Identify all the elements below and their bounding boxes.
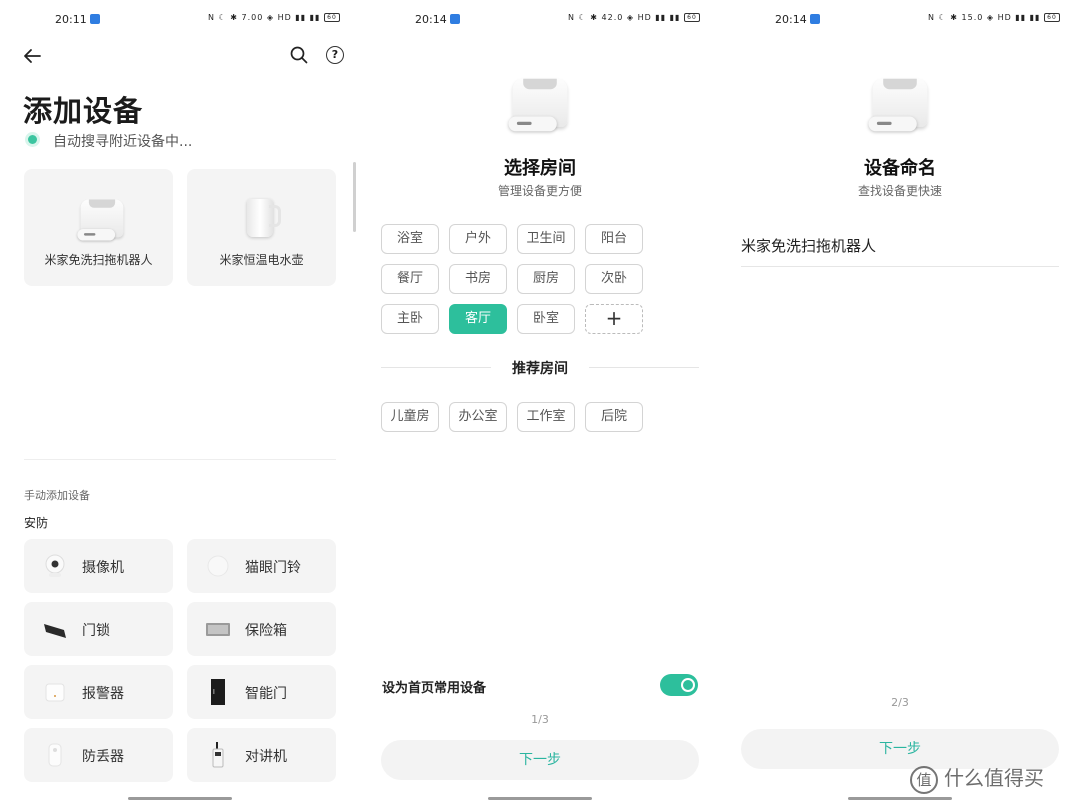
status-bar: 20:11 N ☾ ✱ 7.00 ◈ HD ▮▮ ▮▮ 60: [0, 10, 360, 30]
battery-icon: 60: [1044, 13, 1060, 22]
device-label: 猫眼门铃: [245, 560, 301, 576]
room-chip[interactable]: 卧室: [517, 304, 575, 334]
page-title: 选择房间: [504, 158, 576, 179]
status-indicators: N ☾ ✱ 15.0 ◈ HD ▮▮ ▮▮: [928, 13, 1041, 22]
smart-door-icon: [211, 679, 225, 705]
battery-icon: 60: [324, 13, 340, 22]
recommended-room-chip[interactable]: 儿童房: [381, 402, 439, 432]
scan-status: 自动搜寻附近设备中...: [53, 134, 193, 150]
device-naming-screen: 20:14 N ☾ ✱ 15.0 ◈ HD ▮▮ ▮▮ 60 设备命名 查找设备…: [720, 0, 1080, 804]
recommended-room-chip[interactable]: 工作室: [517, 402, 575, 432]
device-card-camera[interactable]: 摄像机: [24, 539, 173, 593]
search-icon[interactable]: [290, 46, 308, 64]
next-button[interactable]: 下一步: [381, 740, 699, 780]
page-title: 设备命名: [864, 158, 936, 179]
anti-loss-icon: [48, 743, 62, 767]
device-card-walkie-talkie[interactable]: 对讲机: [187, 728, 336, 782]
device-card-door-lock[interactable]: 门锁: [24, 602, 173, 656]
status-time: 20:11: [55, 13, 87, 26]
divider: [589, 367, 699, 368]
status-indicators: N ☾ ✱ 7.00 ◈ HD ▮▮ ▮▮: [208, 13, 321, 22]
status-time: 20:14: [775, 13, 807, 26]
room-chip[interactable]: 浴室: [381, 224, 439, 254]
step-indicator: 1/3: [531, 713, 549, 726]
device-card-safe[interactable]: 保险箱: [187, 602, 336, 656]
status-indicators: N ☾ ✱ 42.0 ◈ HD ▮▮ ▮▮: [568, 13, 681, 22]
status-bar: 20:14 N ☾ ✱ 42.0 ◈ HD ▮▮ ▮▮ 60: [360, 10, 720, 30]
robot-vacuum-icon: [868, 75, 932, 136]
robot-vacuum-icon: [77, 196, 126, 244]
recommended-room-chip[interactable]: 后院: [585, 402, 643, 432]
help-icon[interactable]: ?: [326, 46, 344, 64]
status-bar: 20:14 N ☾ ✱ 15.0 ◈ HD ▮▮ ▮▮ 60: [720, 10, 1080, 30]
select-room-screen: 20:14 N ☾ ✱ 42.0 ◈ HD ▮▮ ▮▮ 60 选择房间 管理设备…: [360, 0, 720, 804]
device-label: 摄像机: [82, 560, 124, 576]
status-icons: N ☾ ✱ 7.00 ◈ HD ▮▮ ▮▮ 60: [208, 13, 340, 22]
room-chip[interactable]: 卫生间: [517, 224, 575, 254]
status-icons: N ☾ ✱ 15.0 ◈ HD ▮▮ ▮▮ 60: [928, 13, 1060, 22]
toggle-knob: [681, 678, 695, 692]
category-label: 安防: [24, 516, 49, 530]
door-lock-icon: [44, 624, 66, 638]
room-chip[interactable]: 次卧: [585, 264, 643, 294]
watermark-logo: 值: [910, 765, 938, 794]
recommended-room-chip[interactable]: 办公室: [449, 402, 507, 432]
room-chip[interactable]: 主卧: [381, 304, 439, 334]
found-device-label: 米家恒温电水壶: [219, 253, 304, 267]
device-label: 保险箱: [245, 623, 287, 639]
kettle-icon: [243, 195, 283, 241]
room-chip[interactable]: 厨房: [517, 264, 575, 294]
step-indicator: 2/3: [891, 696, 909, 709]
watermark: 值什么值得买: [910, 762, 1044, 794]
favorite-toggle-label: 设为首页常用设备: [382, 681, 487, 696]
device-name-field[interactable]: 米家免洗扫拖机器人: [741, 235, 876, 256]
found-device-card[interactable]: 米家恒温电水壶: [187, 169, 336, 286]
device-card-smart-door[interactable]: 智能门: [187, 665, 336, 719]
watermark-text: 什么值得买: [944, 766, 1044, 790]
safe-icon: [206, 623, 230, 636]
app-notification-icon: [90, 14, 100, 24]
device-label: 门锁: [82, 623, 110, 639]
device-label: 对讲机: [245, 749, 287, 765]
battery-icon: 60: [684, 13, 700, 22]
walkie-talkie-icon: [212, 742, 224, 768]
manual-add-label: 手动添加设备: [24, 489, 90, 502]
input-underline: [741, 266, 1059, 267]
back-arrow-icon[interactable]: [22, 46, 42, 66]
doorbell-icon: [207, 555, 229, 577]
app-notification-icon: [810, 14, 820, 24]
app-notification-icon: [450, 14, 460, 24]
add-room-button[interactable]: +: [585, 304, 643, 334]
camera-icon: [45, 554, 65, 577]
device-label: 智能门: [245, 686, 287, 702]
room-chip[interactable]: 阳台: [585, 224, 643, 254]
device-card-alarm[interactable]: 报警器: [24, 665, 173, 719]
gesture-bar[interactable]: [128, 797, 232, 800]
status-icons: N ☾ ✱ 42.0 ◈ HD ▮▮ ▮▮ 60: [568, 13, 700, 22]
add-device-screen: 20:11 N ☾ ✱ 7.00 ◈ HD ▮▮ ▮▮ 60 ? 添加设备 自动…: [0, 0, 360, 804]
page-title: 添加设备: [23, 94, 144, 128]
robot-vacuum-icon: [508, 75, 572, 136]
device-card-anti-loss[interactable]: 防丢器: [24, 728, 173, 782]
found-device-label: 米家免洗扫拖机器人: [44, 253, 153, 267]
gesture-bar[interactable]: [488, 797, 592, 800]
found-device-card[interactable]: 米家免洗扫拖机器人: [24, 169, 173, 286]
scrollbar[interactable]: [353, 162, 356, 232]
divider: [24, 459, 336, 460]
alarm-icon: [45, 683, 65, 702]
favorite-toggle[interactable]: [660, 674, 698, 696]
room-chip-selected[interactable]: 客厅: [449, 304, 507, 334]
room-chip[interactable]: 餐厅: [381, 264, 439, 294]
scanning-indicator: [28, 135, 37, 144]
page-subtitle: 查找设备更快速: [857, 184, 942, 198]
recommended-rooms-title: 推荐房间: [512, 361, 568, 377]
device-label: 防丢器: [82, 749, 124, 765]
device-card-doorbell[interactable]: 猫眼门铃: [187, 539, 336, 593]
status-time: 20:14: [415, 13, 447, 26]
gesture-bar[interactable]: [848, 797, 952, 800]
room-chip[interactable]: 书房: [449, 264, 507, 294]
page-subtitle: 管理设备更方便: [497, 184, 582, 198]
device-label: 报警器: [82, 686, 124, 702]
room-chip[interactable]: 户外: [449, 224, 507, 254]
